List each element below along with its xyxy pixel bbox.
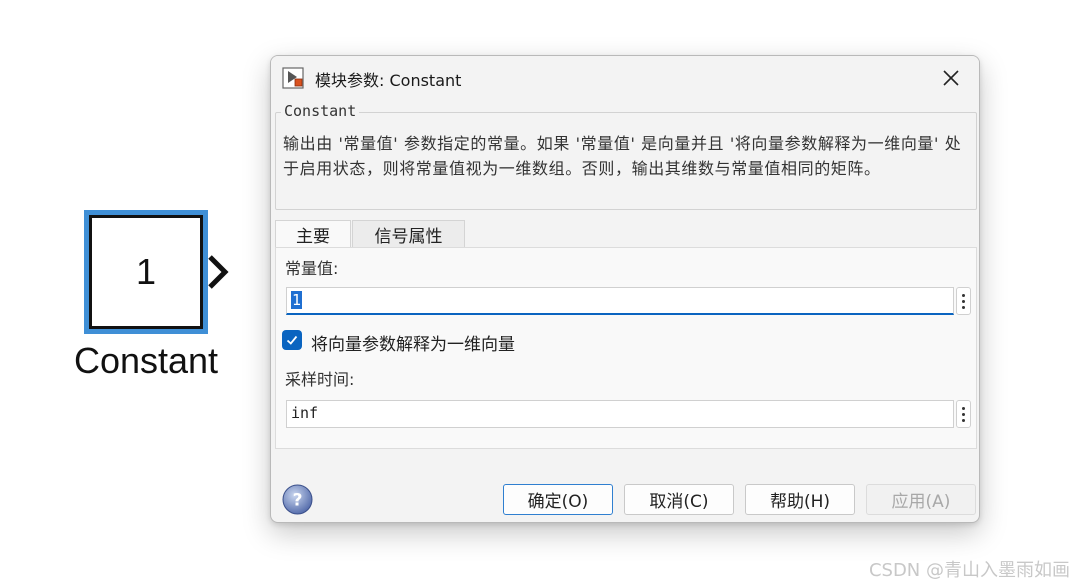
more-options-icon (962, 293, 965, 297)
block-parameters-dialog: 模块参数: Constant Constant 输出由 '常量值' 参数指定的常… (270, 55, 980, 523)
constant-value-label: 常量值: (285, 259, 339, 278)
output-port-icon[interactable] (207, 254, 229, 290)
description-text: 输出由 '常量值' 参数指定的常量。如果 '常量值' 是向量并且 '将向量参数解… (283, 134, 962, 178)
help-button[interactable]: 帮助(H) (745, 484, 855, 515)
sample-time-more-button[interactable] (956, 400, 971, 428)
more-options-icon (962, 406, 965, 410)
watermark: CSDN @青山入墨雨如画 (868, 560, 1070, 581)
constant-block-label[interactable]: Constant (60, 340, 232, 382)
interpret-vector-checkbox[interactable] (282, 330, 302, 350)
cancel-button[interactable]: 取消(C) (624, 484, 734, 515)
dialog-title: 模块参数: Constant (315, 71, 462, 90)
description-title: Constant (281, 102, 360, 120)
tab-signal-attributes[interactable]: 信号属性 (352, 220, 465, 248)
interpret-vector-label[interactable]: 将向量参数解释为一维向量 (311, 330, 515, 355)
sample-time-input[interactable]: inf (286, 400, 954, 428)
constant-value-text: 1 (291, 291, 303, 309)
sample-time-label: 采样时间: (285, 370, 355, 389)
constant-value-more-button[interactable] (956, 287, 971, 315)
apply-button[interactable]: 应用(A) (866, 484, 976, 515)
constant-value-input[interactable]: 1 (286, 287, 954, 315)
title-bar[interactable]: 模块参数: Constant (271, 56, 979, 100)
checkmark-icon (286, 335, 298, 345)
ok-button[interactable]: 确定(O) (503, 484, 613, 515)
tab-main[interactable]: 主要 (275, 220, 351, 248)
help-icon[interactable]: ? (282, 484, 313, 515)
svg-text:?: ? (293, 491, 303, 511)
constant-block-value: 1 (135, 251, 157, 292)
constant-block[interactable]: 1 (89, 215, 203, 329)
main-tab-panel: 常量值: 1 将向量参数解释为一维向量 采样时间: inf (275, 247, 977, 449)
simulink-block-icon (282, 67, 304, 89)
close-icon (943, 70, 959, 86)
close-button[interactable] (937, 64, 965, 92)
